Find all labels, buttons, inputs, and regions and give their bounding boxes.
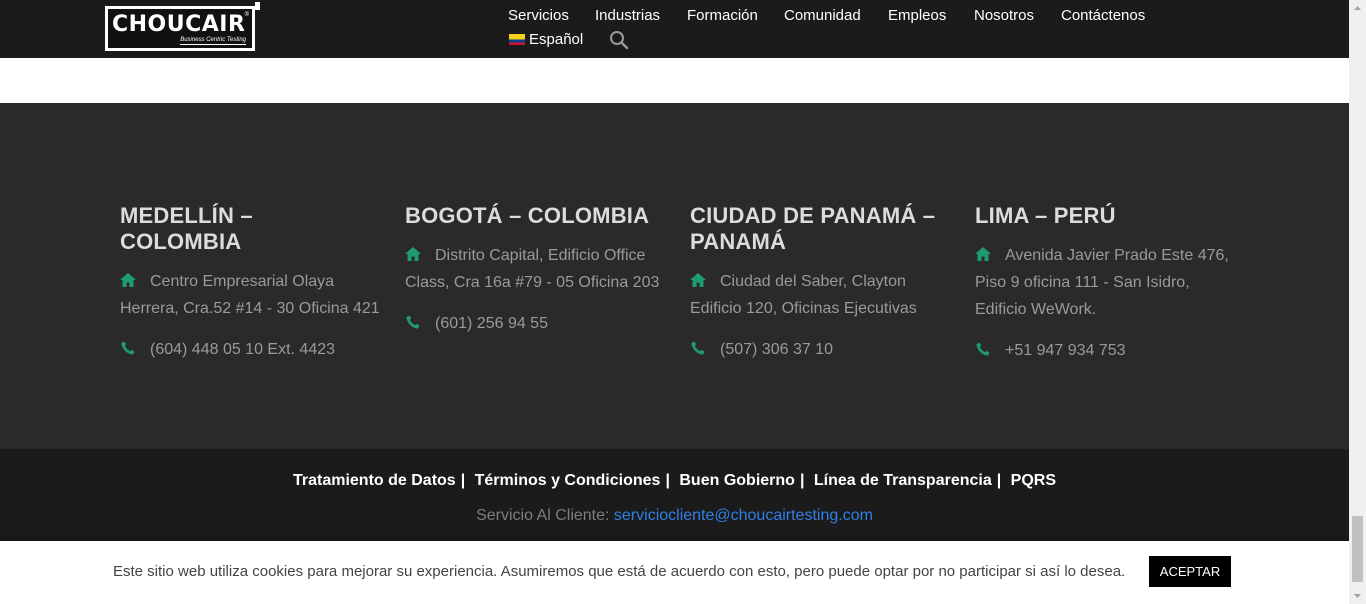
colombia-flag-icon: [509, 34, 525, 45]
office-address-text: Avenida Javier Prado Este 476, Piso 9 of…: [975, 247, 1229, 318]
phone-icon: [691, 341, 705, 355]
link-separator: |: [799, 472, 805, 489]
nav-comunidad[interactable]: Comunidad: [784, 6, 861, 26]
office-address-text: Centro Empresarial Olaya Herrera, Cra.52…: [120, 273, 380, 317]
customer-service-label: Servicio Al Cliente:: [476, 507, 610, 524]
link-separator: |: [996, 472, 1002, 489]
nav-formacion[interactable]: Formación: [687, 6, 758, 26]
nav-servicios[interactable]: Servicios: [508, 6, 569, 26]
footer-link-tratamiento-datos[interactable]: Tratamiento de Datos: [293, 471, 456, 491]
office-address-text: Ciudad del Saber, Clayton Edificio 120, …: [690, 273, 917, 317]
link-separator: |: [460, 472, 466, 489]
logo[interactable]: CHOUCAIR ® Business Centric Testing: [105, 2, 260, 51]
home-icon: [120, 273, 136, 287]
office-phone: +51 947 934 753: [975, 337, 1235, 364]
vertical-scrollbar[interactable]: [1349, 0, 1366, 604]
customer-service-email[interactable]: serviciocliente@choucairtesting.com: [614, 507, 873, 524]
office-address: Ciudad del Saber, Clayton Edificio 120, …: [690, 268, 950, 322]
language-label: Español: [529, 31, 584, 48]
logo-registered-mark: ®: [244, 12, 249, 18]
footer-link-pqrs[interactable]: PQRS: [1011, 471, 1056, 491]
footer-link-buen-gobierno[interactable]: Buen Gobierno: [679, 471, 795, 491]
cookie-banner: Este sitio web utiliza cookies para mejo…: [0, 541, 1349, 604]
phone-icon: [121, 341, 135, 355]
accept-cookies-button[interactable]: ACEPTAR: [1149, 556, 1231, 587]
cookie-message: Este sitio web utiliza cookies para mejo…: [113, 563, 1126, 580]
logo-text: CHOUCAIR: [112, 12, 246, 37]
home-icon: [690, 273, 706, 287]
office-city: BOGOTÁ – COLOMBIA: [405, 203, 650, 228]
office-phone-text[interactable]: (604) 448 05 10 Ext. 4423: [150, 341, 335, 358]
phone-icon: [976, 342, 990, 356]
footer-link-transparencia[interactable]: Línea de Transparencia: [814, 471, 992, 491]
nav-contactenos[interactable]: Contáctenos: [1061, 6, 1145, 26]
office-city: CIUDAD DE PANAMÁ – PANAMÁ: [690, 203, 936, 254]
language-selector[interactable]: Español: [509, 30, 583, 50]
scrollbar-thumb[interactable]: [1352, 516, 1363, 582]
footer-link-terminos[interactable]: Términos y Condiciones: [475, 471, 661, 491]
footer-links: Tratamiento de Datos | Términos y Condici…: [0, 471, 1349, 491]
site-footer: Tratamiento de Datos | Términos y Condici…: [0, 449, 1349, 541]
office-city: LIMA – PERÚ: [975, 203, 1116, 228]
nav-nosotros[interactable]: Nosotros: [974, 6, 1034, 26]
site-header: CHOUCAIR ® Business Centric Testing Serv…: [0, 0, 1349, 58]
link-separator: |: [665, 472, 670, 489]
office-bogota: BOGOTÁ – COLOMBIA Distrito Capital, Edif…: [405, 203, 665, 337]
offices-section: MEDELLÍN – COLOMBIA Centro Empresarial O…: [0, 103, 1349, 449]
nav-empleos[interactable]: Empleos: [888, 6, 946, 26]
scroll-up-arrow-icon[interactable]: [1349, 0, 1366, 17]
office-phone: (601) 256 94 55: [405, 310, 665, 337]
office-phone-text[interactable]: (507) 306 37 10: [720, 341, 833, 358]
office-city: MEDELLÍN – COLOMBIA: [120, 203, 253, 254]
logo-box: CHOUCAIR ® Business Centric Testing: [108, 9, 252, 48]
office-phone-text[interactable]: (601) 256 94 55: [435, 315, 548, 332]
phone-icon: [406, 315, 420, 329]
nav-industrias[interactable]: Industrias: [595, 6, 660, 26]
office-phone: (604) 448 05 10 Ext. 4423: [120, 336, 380, 363]
customer-service: Servicio Al Cliente: serviciocliente@cho…: [0, 506, 1349, 526]
office-address: Distrito Capital, Edificio Office Class,…: [405, 242, 665, 296]
office-phone-text[interactable]: +51 947 934 753: [1005, 342, 1126, 359]
office-phone: (507) 306 37 10: [690, 336, 950, 363]
logo-accent: [255, 2, 260, 10]
office-panama: CIUDAD DE PANAMÁ – PANAMÁ Ciudad del Sab…: [690, 203, 950, 363]
office-address-text: Distrito Capital, Edificio Office Class,…: [405, 247, 660, 291]
office-address: Centro Empresarial Olaya Herrera, Cra.52…: [120, 268, 380, 322]
scroll-down-arrow-icon[interactable]: [1349, 587, 1366, 604]
home-icon: [975, 247, 991, 261]
home-icon: [405, 247, 421, 261]
search-icon[interactable]: [609, 30, 629, 50]
office-medellin: MEDELLÍN – COLOMBIA Centro Empresarial O…: [120, 203, 380, 363]
logo-tagline: Business Centric Testing: [180, 37, 246, 45]
office-address: Avenida Javier Prado Este 476, Piso 9 of…: [975, 242, 1235, 323]
page: CHOUCAIR ® Business Centric Testing Serv…: [0, 0, 1349, 604]
office-lima: LIMA – PERÚ Avenida Javier Prado Este 47…: [975, 203, 1235, 364]
